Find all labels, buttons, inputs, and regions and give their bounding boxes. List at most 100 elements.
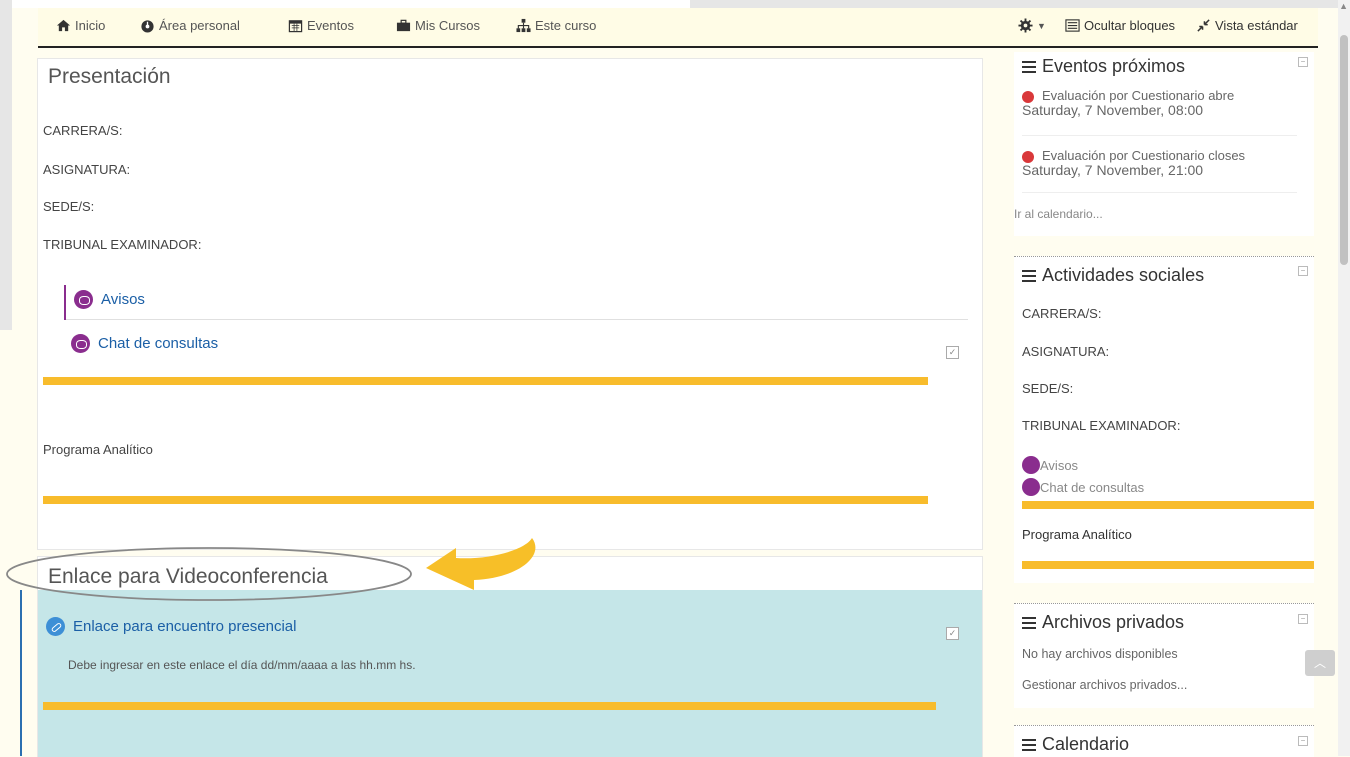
block-title-label: Eventos próximos [1042, 56, 1186, 76]
forum-icon [1022, 456, 1040, 474]
curved-arrow [426, 538, 536, 590]
divider [1022, 192, 1297, 193]
menu-icon [1022, 736, 1036, 754]
link-description: Debe ingresar en este enlace el día dd/m… [68, 658, 416, 672]
compress-icon [1197, 19, 1210, 32]
no-files-text: No hay archivos disponibles [1022, 647, 1178, 661]
scroll-thumb[interactable] [1340, 35, 1348, 265]
social-chat[interactable]: Chat de consultas [1022, 478, 1144, 496]
activity-avisos[interactable]: Avisos [74, 290, 145, 309]
divider [1022, 135, 1297, 136]
calendar-icon [288, 20, 303, 33]
yellow-separator [1022, 561, 1314, 569]
nav-inicio-label: Inicio [75, 18, 106, 33]
nav-mis-cursos-label: Mis Cursos [415, 18, 481, 33]
collapse-icon[interactable]: − [1298, 266, 1308, 276]
sitemap-icon [516, 18, 531, 33]
field-tribunal: TRIBUNAL EXAMINADOR: [1022, 418, 1181, 433]
link-encuentro-label: Enlace para encuentro presencial [73, 618, 297, 635]
social-avisos[interactable]: Avisos [1022, 456, 1078, 474]
nav-inicio[interactable]: Inicio [56, 18, 105, 33]
block-archivos-privados: Archivos privados − No hay archivos disp… [1014, 603, 1314, 708]
event-icon [1022, 90, 1034, 103]
standard-view-button[interactable]: Vista estándar [1196, 18, 1298, 33]
nav-area-personal[interactable]: Área personal [140, 18, 240, 33]
field-tribunal: TRIBUNAL EXAMINADOR: [43, 237, 202, 252]
social-chat-label: Chat de consultas [1040, 479, 1145, 495]
hide-blocks-label: Ocultar bloques [1084, 18, 1176, 33]
event-name: Evaluación por Cuestionario closes [1042, 148, 1246, 163]
section-presentacion: Presentación CARRERA/S: ASIGNATURA: SEDE… [37, 58, 983, 550]
yellow-separator [43, 377, 928, 385]
nav-eventos-label: Eventos [307, 18, 354, 33]
field-sede: SEDE/S: [43, 199, 95, 214]
event-date: Saturday, 7 November, 08:00 [1022, 102, 1204, 118]
top-navbar: Inicio Área personal Eventos Mis Cursos … [38, 8, 1318, 48]
back-to-top-button[interactable]: ︿ [1305, 650, 1335, 676]
yellow-separator [1022, 501, 1314, 509]
event-item[interactable]: Evaluación por Cuestionario closes Satur… [1022, 149, 1302, 178]
field-asignatura: ASIGNATURA: [1022, 344, 1110, 359]
social-avisos-label: Avisos [1040, 457, 1079, 473]
chat-icon [1022, 478, 1040, 496]
block-title: Eventos próximos [1022, 56, 1185, 77]
activity-chat[interactable]: Chat de consultas [71, 334, 218, 353]
briefcase-icon [396, 19, 411, 32]
collapse-icon[interactable]: − [1298, 614, 1308, 624]
activity-avisos-label: Avisos [101, 291, 145, 308]
event-date: Saturday, 7 November, 21:00 [1022, 162, 1204, 178]
block-actividades-sociales: Actividades sociales − CARRERA/S: ASIGNA… [1014, 256, 1314, 583]
field-carrera: CARRERA/S: [1022, 306, 1102, 321]
completion-checkbox-chat[interactable]: ✓ [946, 346, 959, 359]
caret-down-icon: ▼ [1037, 20, 1046, 31]
scrollbar[interactable]: ▲ [1338, 0, 1350, 756]
collapse-icon[interactable]: − [1298, 57, 1308, 67]
yellow-separator [43, 496, 928, 504]
field-sede: SEDE/S: [1022, 381, 1074, 396]
divider [66, 319, 968, 320]
standard-view-label: Vista estándar [1215, 18, 1298, 33]
dashboard-icon [141, 20, 154, 33]
yellow-separator [43, 702, 936, 710]
gear-icon [1018, 18, 1033, 33]
settings-menu[interactable]: ▼ [1018, 18, 1046, 33]
link-encuentro-presencial[interactable]: Enlace para encuentro presencial [46, 617, 296, 636]
completion-checkbox-link[interactable]: ✓ [946, 627, 959, 640]
block-title-label: Calendario [1042, 734, 1130, 754]
home-icon [56, 19, 71, 32]
section-title: Presentación [48, 65, 171, 88]
block-title-label: Actividades sociales [1042, 265, 1205, 285]
top-strip [0, 0, 1350, 8]
block-title-label: Archivos privados [1042, 612, 1185, 632]
block-eventos-proximos: Eventos próximos − Evaluación por Cuesti… [1014, 52, 1314, 236]
field-carrera: CARRERA/S: [43, 123, 123, 138]
nav-mis-cursos[interactable]: Mis Cursos [396, 18, 480, 33]
activity-indent-marker [64, 285, 66, 320]
nav-este-curso[interactable]: Este curso [516, 18, 596, 33]
block-title: Archivos privados [1022, 612, 1184, 633]
nav-area-personal-label: Área personal [159, 18, 240, 33]
menu-icon [1022, 267, 1036, 285]
list-icon [1065, 19, 1080, 32]
event-name: Evaluación por Cuestionario abre [1042, 88, 1235, 103]
manage-files-link[interactable]: Gestionar archivos privados... [1022, 678, 1187, 692]
scroll-up-arrow[interactable]: ▲ [1339, 1, 1348, 11]
highlight-ellipse [6, 547, 412, 601]
forum-icon [74, 290, 93, 309]
hide-blocks-button[interactable]: Ocultar bloques [1065, 18, 1175, 33]
collapse-icon[interactable]: − [1298, 736, 1308, 746]
nav-eventos[interactable]: Eventos [288, 18, 354, 33]
highlight-area: Enlace para encuentro presencial ✓ Debe … [38, 590, 982, 757]
programa-analitico: Programa Analítico [43, 442, 153, 457]
block-title: Calendario [1022, 734, 1129, 755]
menu-icon [1022, 58, 1036, 76]
menu-icon [1022, 614, 1036, 632]
nav-este-curso-label: Este curso [535, 18, 597, 33]
field-asignatura: ASIGNATURA: [43, 162, 131, 177]
chat-icon [71, 334, 90, 353]
left-edge [0, 0, 12, 330]
programa-analitico: Programa Analítico [1022, 527, 1132, 542]
go-to-calendar-link[interactable]: Ir al calendario... [1014, 207, 1103, 221]
event-item[interactable]: Evaluación por Cuestionario abre Saturda… [1022, 89, 1302, 118]
activity-chat-label: Chat de consultas [98, 335, 219, 352]
